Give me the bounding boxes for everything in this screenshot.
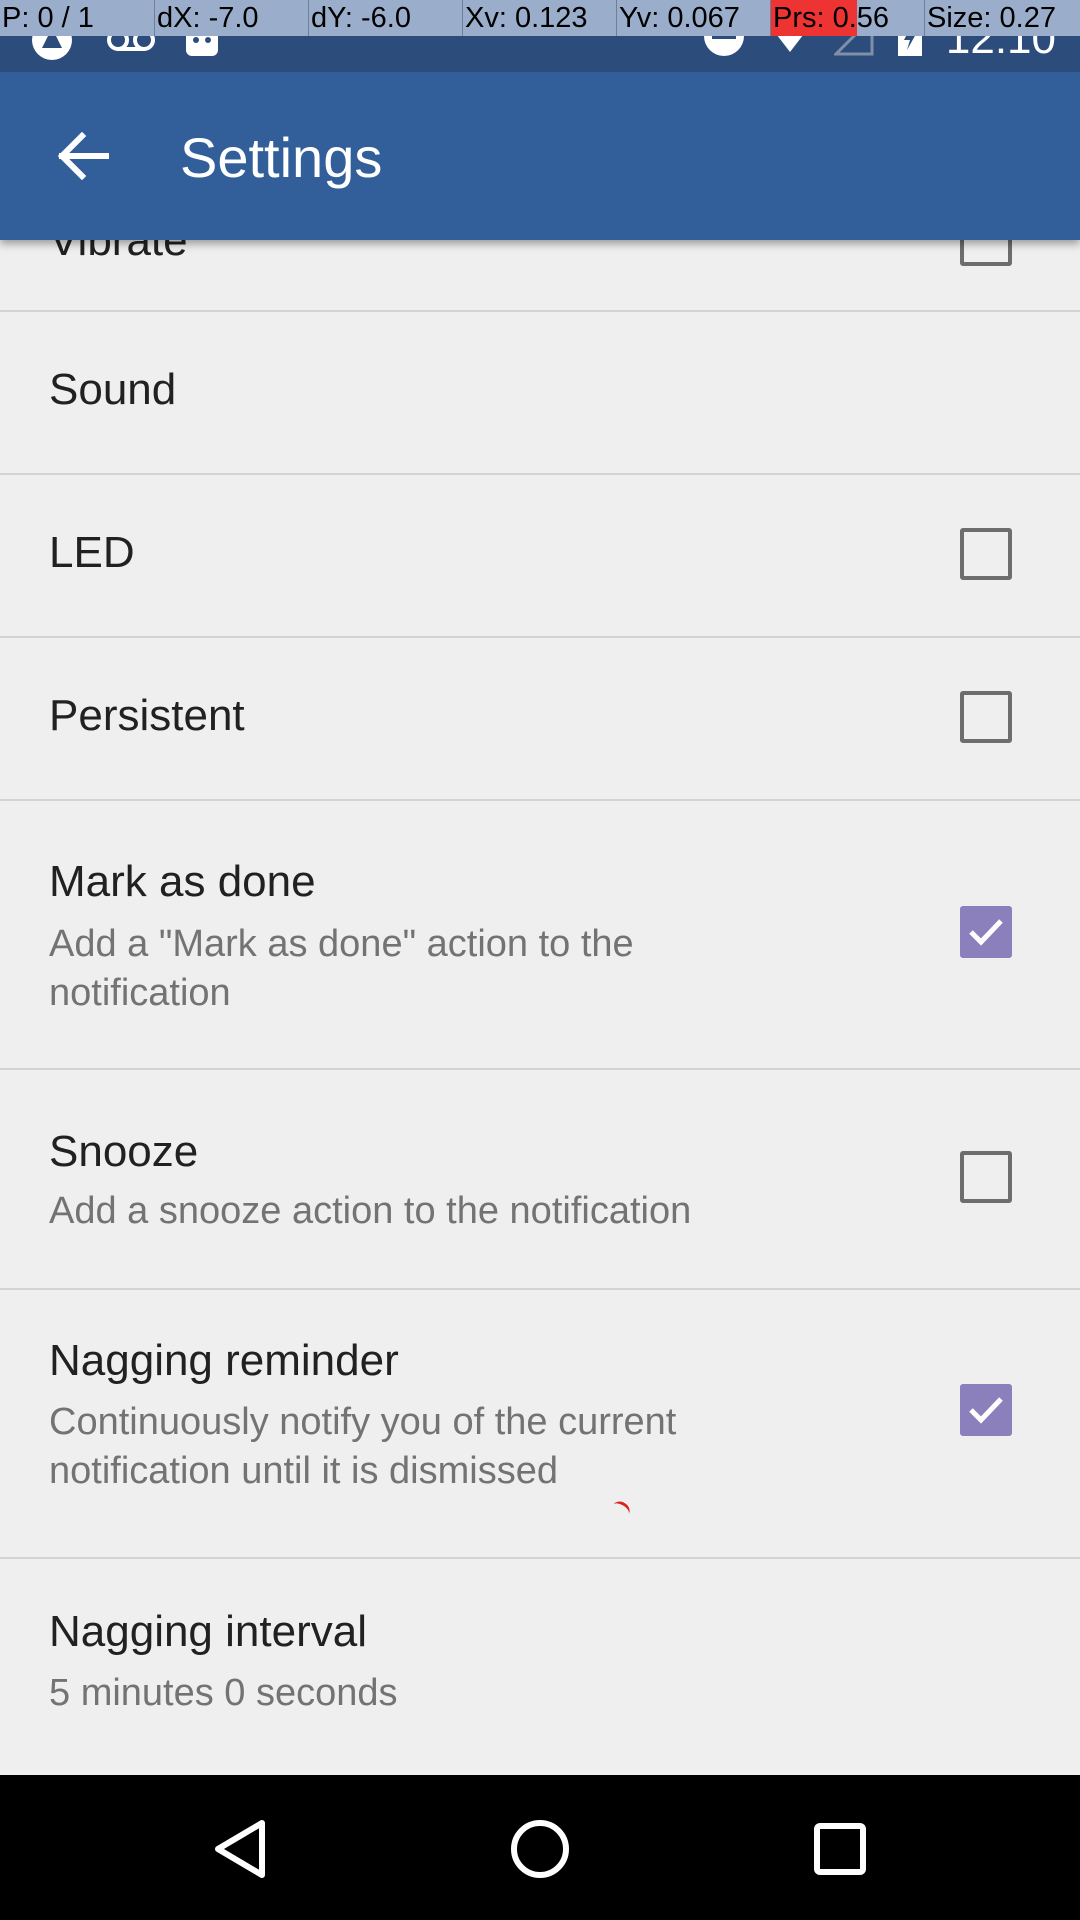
setting-title: LED xyxy=(49,528,135,577)
setting-summary: Add a "Mark as done" action to the notif… xyxy=(49,923,634,1014)
setting-title: Nagging interval xyxy=(49,1607,367,1656)
debug-pointer-count: P: 0 / 1 xyxy=(2,2,94,34)
debug-pressure: Prs: 0.56 xyxy=(770,0,889,36)
setting-nagging-interval[interactable]: Nagging interval 5 minutes 0 seconds xyxy=(0,1559,1080,1775)
debug-dy: dY: -6.0 xyxy=(308,0,411,36)
page-title: Settings xyxy=(180,126,383,189)
debug-dx: dX: -7.0 xyxy=(154,0,259,36)
setting-snooze[interactable]: Snooze Add a snooze action to the notifi… xyxy=(0,1070,1080,1290)
setting-summary: Continuously notify you of the current n… xyxy=(49,1401,677,1492)
nav-recents-button[interactable] xyxy=(802,1811,878,1887)
setting-vibrate[interactable]: Vibrate xyxy=(0,240,1080,312)
setting-title: Mark as done xyxy=(49,857,316,906)
nav-back-button[interactable] xyxy=(202,1811,278,1887)
setting-title: Snooze xyxy=(49,1127,199,1176)
app-bar: Settings xyxy=(0,72,1080,240)
recents-square-icon xyxy=(814,1823,866,1875)
setting-mark-as-done[interactable]: Mark as done Add a "Mark as done" action… xyxy=(0,801,1080,1070)
debug-size: Size: 0.27 xyxy=(924,0,1056,36)
back-triangle-icon xyxy=(215,1820,265,1878)
persistent-checkbox[interactable] xyxy=(960,691,1012,743)
vibrate-checkbox[interactable] xyxy=(960,240,1012,266)
debug-xv: Xv: 0.123 xyxy=(462,0,588,36)
setting-nagging-reminder[interactable]: Nagging reminder Continuously notify you… xyxy=(0,1290,1080,1559)
setting-persistent[interactable]: Persistent xyxy=(0,638,1080,801)
setting-summary: Add a snooze action to the notification xyxy=(49,1190,692,1232)
home-circle-icon xyxy=(511,1820,569,1878)
nagging-reminder-checkbox[interactable] xyxy=(960,1384,1012,1436)
setting-sound[interactable]: Sound xyxy=(0,312,1080,475)
check-icon xyxy=(969,919,1003,946)
setting-title: Vibrate xyxy=(49,240,188,265)
navigation-bar xyxy=(0,1775,1080,1920)
led-checkbox[interactable] xyxy=(960,528,1012,580)
check-icon xyxy=(969,1397,1003,1424)
setting-summary: 5 minutes 0 seconds xyxy=(49,1672,398,1714)
snooze-checkbox[interactable] xyxy=(960,1151,1012,1203)
mark-as-done-checkbox[interactable] xyxy=(960,906,1012,958)
debug-yv: Yv: 0.067 xyxy=(616,0,740,36)
arrow-back-icon xyxy=(57,131,110,185)
back-button[interactable] xyxy=(52,126,116,190)
nav-home-button[interactable] xyxy=(502,1811,578,1887)
setting-title: Persistent xyxy=(49,691,245,740)
setting-led[interactable]: LED xyxy=(0,475,1080,638)
settings-list[interactable]: Vibrate Sound LED Persistent Mark as don… xyxy=(0,240,1080,1775)
setting-title: Nagging reminder xyxy=(49,1336,399,1385)
setting-title: Sound xyxy=(49,365,177,414)
pointer-debug-bar: P: 0 / 1 dX: -7.0 dY: -6.0 Xv: 0.123 Yv:… xyxy=(0,0,1080,36)
